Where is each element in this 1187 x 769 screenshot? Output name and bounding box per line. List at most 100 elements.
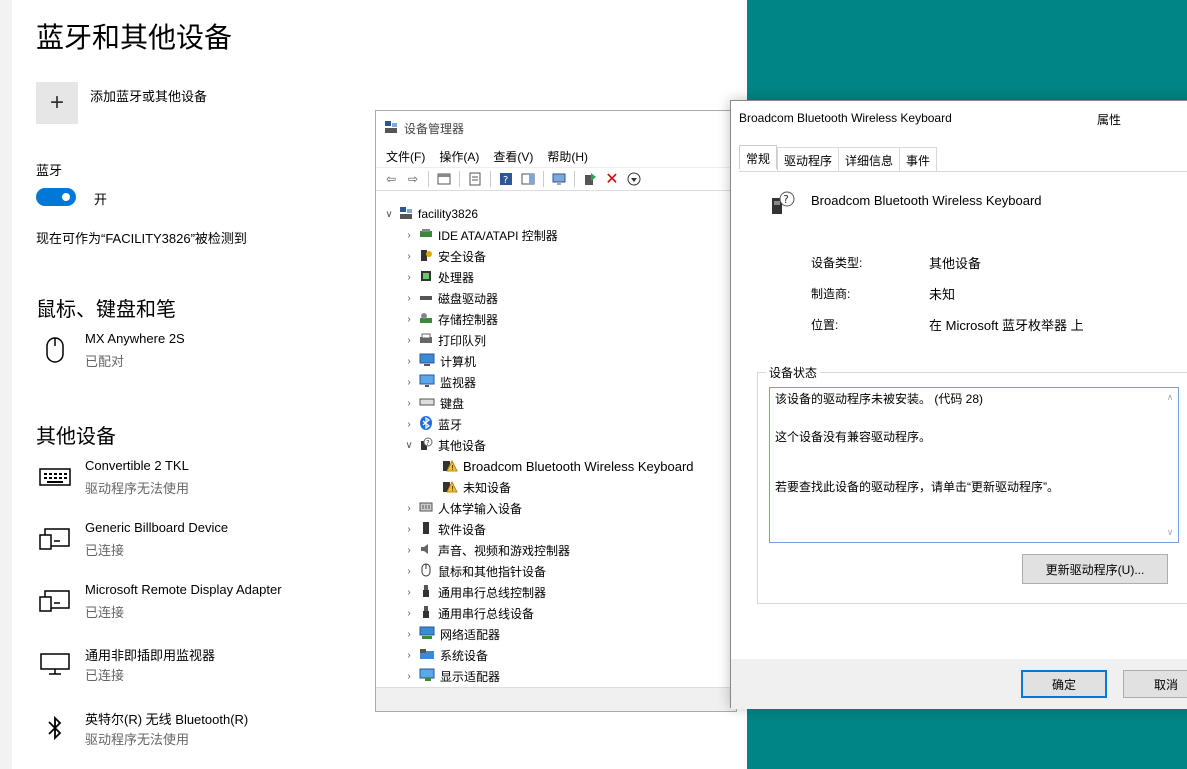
chevron-right-icon[interactable]: › — [404, 377, 414, 388]
chevron-right-icon[interactable]: › — [404, 314, 414, 325]
chevron-down-icon[interactable]: ∨ — [384, 209, 394, 220]
chevron-right-icon[interactable]: › — [404, 503, 414, 514]
menu-action[interactable]: 操作(A) — [439, 148, 479, 165]
status-bar — [376, 687, 736, 711]
tree-node[interactable]: › 存储控制器 — [404, 309, 498, 329]
add-device-button[interactable]: + — [36, 82, 78, 124]
scan-hardware-icon[interactable] — [550, 170, 568, 188]
show-hide-console-icon[interactable] — [435, 170, 453, 188]
chevron-right-icon[interactable]: › — [404, 251, 414, 262]
tree-node[interactable]: › 声音、视频和游戏控制器 — [404, 540, 570, 560]
scroll-up-icon[interactable]: ∧ — [1167, 392, 1174, 403]
dialog-titlebar[interactable]: Broadcom Bluetooth Wireless Keyboard 属性 — [731, 101, 1187, 135]
tree-node[interactable]: › 网络适配器 — [404, 624, 500, 644]
uninstall-device-icon[interactable]: ✕ — [603, 170, 621, 188]
tree-node[interactable]: › 蓝牙 — [404, 414, 462, 434]
tree-node-label: 监视器 — [440, 375, 477, 390]
scroll-down-icon[interactable]: ∨ — [1167, 527, 1174, 538]
tree-node[interactable]: › 打印队列 — [404, 330, 486, 350]
ok-button[interactable]: 确定 — [1021, 670, 1107, 698]
device-status: 已连接 — [85, 543, 125, 558]
device-status-textbox[interactable]: 该设备的驱动程序未被安装。 (代码 28) 这个设备没有兼容驱动程序。 若要查找… — [769, 387, 1179, 543]
tree-node[interactable]: › 通用串行总线设备 — [404, 603, 534, 623]
chevron-right-icon[interactable]: › — [404, 566, 414, 577]
tree-node[interactable]: › 显示适配器 — [404, 666, 500, 686]
tree-node[interactable]: › 鼠标和其他指针设备 — [404, 561, 546, 581]
tree-node[interactable]: › 软件设备 — [404, 519, 486, 539]
svg-text:!: ! — [451, 464, 454, 472]
device-name: Generic Billboard Device — [85, 520, 229, 535]
update-driver-icon[interactable] — [581, 170, 599, 188]
tree-node[interactable]: › 键盘 — [404, 393, 464, 413]
help-icon[interactable]: ? — [497, 170, 515, 188]
chevron-right-icon[interactable]: › — [404, 419, 414, 430]
device-type-value: 其他设备 — [929, 256, 982, 271]
tab-strip: 常规 驱动程序 详细信息 事件 — [739, 145, 938, 171]
device-item[interactable]: Microsoft Remote Display Adapter 已连接 — [36, 582, 416, 626]
tree-node[interactable]: › 计算机 — [404, 351, 476, 371]
chevron-right-icon[interactable]: › — [404, 587, 414, 598]
chevron-right-icon[interactable]: › — [404, 272, 414, 283]
disable-device-icon[interactable] — [625, 170, 643, 188]
tree-node-label: 计算机 — [440, 354, 477, 369]
add-device-label[interactable]: 添加蓝牙或其他设备 — [90, 86, 207, 105]
chevron-right-icon[interactable]: › — [404, 650, 414, 661]
menu-help[interactable]: 帮助(H) — [547, 148, 588, 165]
tree-node[interactable]: › 安全设备 — [404, 246, 486, 266]
usb-icon — [419, 605, 433, 622]
tree-node[interactable]: › 通用串行总线控制器 — [404, 582, 546, 602]
tree-root[interactable]: ∨ facility3826 — [384, 204, 478, 224]
svg-text:?: ? — [783, 193, 789, 206]
device-status: 驱动程序无法使用 — [85, 481, 190, 496]
ide-controller-icon — [419, 228, 433, 243]
chevron-down-icon[interactable]: ∨ — [404, 440, 414, 451]
action-pane-icon[interactable] — [519, 170, 537, 188]
tab-details[interactable]: 详细信息 — [839, 147, 901, 171]
bluetooth-label: 蓝牙 — [36, 163, 63, 178]
back-arrow-icon[interactable]: ⇦ — [382, 170, 400, 188]
tab-events[interactable]: 事件 — [900, 147, 938, 171]
tree-node-label: 键盘 — [440, 396, 465, 411]
update-driver-button[interactable]: 更新驱动程序(U)... — [1022, 554, 1168, 584]
tree-node[interactable]: › 系统设备 — [404, 645, 488, 665]
scrollbar[interactable]: ∧ ∨ — [1162, 388, 1178, 542]
device-item[interactable]: 英特尔(R) 无线 Bluetooth(R) 驱动程序无法使用 — [36, 709, 416, 753]
device-manager-app-icon — [384, 120, 398, 137]
display-device-icon — [36, 524, 74, 554]
device-item[interactable]: 通用非即插即用监视器 已连接 — [36, 645, 416, 689]
status-line: 该设备的驱动程序未被安装。 (代码 28) — [775, 392, 984, 406]
chevron-right-icon[interactable]: › — [404, 608, 414, 619]
forward-arrow-icon[interactable]: ⇨ — [404, 170, 422, 188]
menu-view[interactable]: 查看(V) — [493, 148, 533, 165]
properties-icon[interactable] — [466, 170, 484, 188]
device-manager-titlebar[interactable]: 设备管理器 — [376, 111, 736, 145]
chevron-right-icon[interactable]: › — [404, 293, 414, 304]
chevron-right-icon[interactable]: › — [404, 335, 414, 346]
device-item[interactable]: Convertible 2 TKL 驱动程序无法使用 — [36, 458, 416, 502]
chevron-right-icon[interactable]: › — [404, 545, 414, 556]
tree-node[interactable]: › 监视器 — [404, 372, 476, 392]
tab-general[interactable]: 常规 — [739, 145, 778, 169]
device-manager-window: 设备管理器 文件(F) 操作(A) 查看(V) 帮助(H) ⇦ ⇨ ? ✕ ∨ … — [375, 110, 737, 712]
tree-child-node[interactable]: ! 未知设备 — [442, 477, 511, 497]
tree-node[interactable]: › 人体学输入设备 — [404, 498, 522, 518]
chevron-right-icon[interactable]: › — [404, 230, 414, 241]
device-item[interactable]: MX Anywhere 2S 已配对 — [36, 331, 416, 375]
device-item[interactable]: Generic Billboard Device 已连接 — [36, 520, 416, 564]
tree-node[interactable]: › 磁盘驱动器 — [404, 288, 498, 308]
tree-node[interactable]: › 处理器 — [404, 267, 474, 287]
chevron-right-icon[interactable]: › — [404, 629, 414, 640]
chevron-right-icon[interactable]: › — [404, 524, 414, 535]
tree-node-expanded[interactable]: ∨ ? 其他设备 — [404, 435, 486, 455]
chevron-right-icon[interactable]: › — [404, 356, 414, 367]
mouse-icon — [419, 563, 433, 580]
menu-file[interactable]: 文件(F) — [386, 148, 425, 165]
cancel-button[interactable]: 取消 — [1123, 670, 1187, 698]
chevron-right-icon[interactable]: › — [404, 398, 414, 409]
tree-child-node[interactable]: ! Broadcom Bluetooth Wireless Keyboard — [442, 456, 694, 476]
tab-driver[interactable]: 驱动程序 — [777, 147, 840, 171]
bluetooth-icon — [36, 713, 74, 743]
chevron-right-icon[interactable]: › — [404, 671, 414, 682]
bluetooth-toggle[interactable] — [36, 188, 76, 206]
tree-node[interactable]: › IDE ATA/ATAPI 控制器 — [404, 225, 558, 245]
